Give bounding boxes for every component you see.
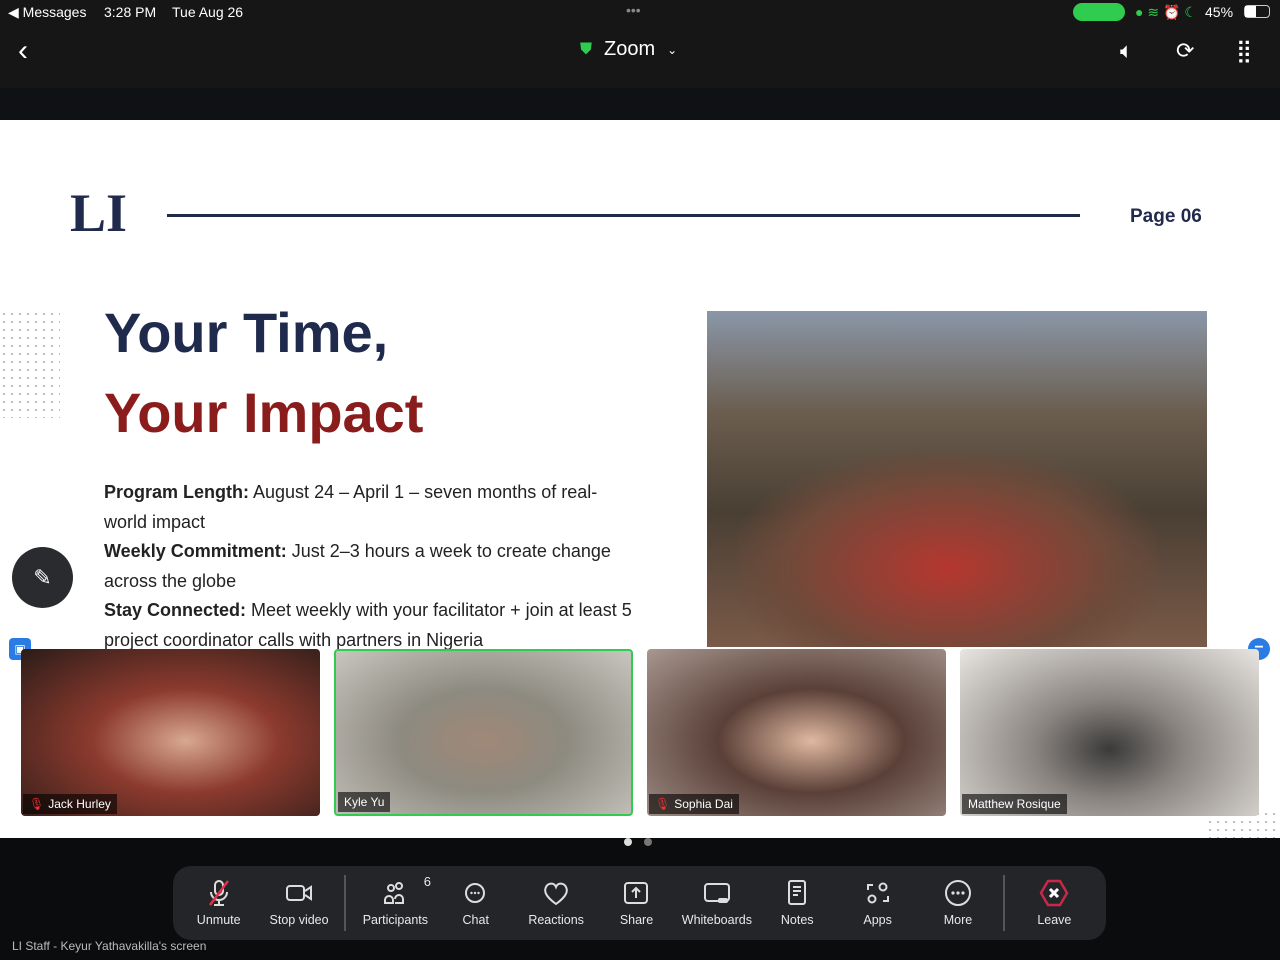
stop-video-button[interactable]: Stop video bbox=[258, 866, 339, 940]
time: 3:28 PM bbox=[104, 4, 157, 20]
more-button[interactable]: More bbox=[923, 866, 992, 940]
participant-name: Jack Hurley bbox=[48, 797, 111, 811]
chat-icon bbox=[464, 883, 485, 903]
whiteboards-button[interactable]: Whiteboards bbox=[671, 866, 762, 940]
participants-button[interactable]: 6 Participants bbox=[350, 866, 441, 940]
toolbar-divider bbox=[343, 875, 346, 931]
participant-name: Sophia Dai bbox=[674, 797, 733, 811]
detail-item: Stay Connected: Meet weekly with your fa… bbox=[104, 596, 634, 655]
wifi-icon: ● ≋ ⏰ ☾ bbox=[1135, 4, 1197, 20]
switch-camera-icon[interactable]: ⟳ bbox=[1176, 38, 1194, 64]
battery-percent: 45% bbox=[1205, 4, 1234, 20]
speaker-icon[interactable]: 🔈︎ bbox=[1120, 38, 1133, 64]
notes-button[interactable]: Notes bbox=[763, 866, 832, 940]
share-label: Share bbox=[619, 913, 654, 927]
slide-details: Program Length: August 24 – April 1 – se… bbox=[104, 478, 634, 655]
date: Tue Aug 26 bbox=[172, 4, 244, 20]
mic-muted-icon: 🎙︎ bbox=[655, 797, 671, 811]
screen-share-label: LI Staff - Keyur Yathavakilla's screen bbox=[12, 939, 207, 953]
participant-name-tag: Kyle Yu bbox=[338, 792, 391, 812]
logo: LI bbox=[70, 183, 128, 243]
detail-label: Weekly Commitment: bbox=[104, 541, 287, 561]
apps-icon bbox=[866, 882, 889, 904]
battery-icon bbox=[1244, 5, 1270, 18]
notes-icon bbox=[788, 880, 807, 905]
detail-item: Program Length: August 24 – April 1 – se… bbox=[104, 478, 634, 537]
mic-muted-icon: 🎙︎ bbox=[29, 797, 45, 811]
camera-in-use-indicator bbox=[1073, 3, 1125, 21]
whiteboard-icon bbox=[703, 883, 730, 903]
detail-label: Stay Connected: bbox=[104, 600, 247, 620]
video-tile[interactable]: 🎙︎ Jack Hurley bbox=[21, 649, 320, 816]
meeting-title[interactable]: ⛊ Zoom ⌄ bbox=[580, 38, 677, 61]
back-chevron-icon[interactable]: ‹ bbox=[18, 34, 28, 68]
dot-pattern bbox=[0, 310, 60, 418]
reactions-button[interactable]: Reactions bbox=[510, 866, 601, 940]
divider bbox=[0, 88, 1280, 120]
apps-label: Apps bbox=[863, 913, 892, 927]
participants-count-badge: 6 bbox=[423, 874, 432, 889]
detail-label: Program Length: bbox=[104, 482, 250, 502]
meeting-header: ‹ ⛊ Zoom ⌄ 🔈︎ ⟳ ⣿ bbox=[0, 24, 1280, 88]
participant-name-tag: 🎙︎ Sophia Dai bbox=[649, 794, 739, 814]
back-app-label: Messages bbox=[22, 4, 87, 20]
whiteboards-label: Whiteboards bbox=[681, 913, 752, 927]
stop-video-label: Stop video bbox=[269, 913, 329, 927]
slide-title-line2: Your Impact bbox=[104, 381, 424, 444]
status-bar: ◀ Messages 3:28 PM Tue Aug 26 ••• ● ≋ ⏰ … bbox=[0, 0, 1280, 24]
group-photo bbox=[707, 311, 1207, 647]
pencil-icon: ✎ bbox=[33, 564, 52, 590]
heart-icon bbox=[544, 882, 568, 906]
more-dots-icon bbox=[944, 880, 971, 906]
detail-item: Weekly Commitment: Just 2–3 hours a week… bbox=[104, 537, 634, 596]
participants-label: Participants bbox=[362, 913, 429, 927]
page-number: Page 06 bbox=[1130, 206, 1202, 227]
participant-name: Kyle Yu bbox=[344, 795, 385, 809]
leave-button[interactable]: Leave bbox=[1009, 866, 1100, 940]
share-button[interactable]: Share bbox=[602, 866, 671, 940]
mic-muted-icon bbox=[208, 880, 229, 906]
video-camera-icon bbox=[286, 885, 313, 901]
chat-label: Chat bbox=[462, 913, 489, 927]
header-rule bbox=[167, 214, 1080, 217]
video-tile[interactable]: Matthew Rosique bbox=[960, 649, 1259, 816]
multitask-dots-icon[interactable]: ••• bbox=[626, 2, 641, 18]
notes-label: Notes bbox=[780, 913, 814, 927]
toolbar-divider bbox=[1002, 875, 1005, 931]
video-tile[interactable]: 🎙︎ Sophia Dai bbox=[647, 649, 946, 816]
video-tile-active-speaker[interactable]: Kyle Yu bbox=[334, 649, 633, 816]
annotate-pencil-button[interactable]: ✎ bbox=[12, 547, 73, 608]
grid-view-icon[interactable]: ⣿ bbox=[1236, 38, 1252, 64]
shield-check-icon: ⛊ bbox=[580, 40, 593, 58]
back-to-messages[interactable]: ◀ Messages bbox=[8, 4, 86, 21]
chevron-down-icon: ⌄ bbox=[667, 42, 678, 57]
share-screen-icon bbox=[624, 882, 649, 904]
participant-name-tag: Matthew Rosique bbox=[962, 794, 1067, 814]
participant-name: Matthew Rosique bbox=[968, 797, 1061, 811]
unmute-button[interactable]: Unmute bbox=[179, 866, 258, 940]
reactions-label: Reactions bbox=[528, 913, 584, 927]
participant-name-tag: 🎙︎ Jack Hurley bbox=[23, 794, 117, 814]
slide-title-line1: Your Time, bbox=[104, 301, 389, 364]
more-label: More bbox=[943, 913, 973, 927]
page-dot[interactable] bbox=[644, 838, 652, 846]
apps-button[interactable]: Apps bbox=[832, 866, 923, 940]
participants-icon bbox=[384, 882, 405, 904]
page-dot-active[interactable] bbox=[624, 838, 632, 846]
meeting-title-label: Zoom bbox=[604, 38, 656, 60]
page-indicator[interactable] bbox=[624, 838, 652, 846]
leave-label: Leave bbox=[1037, 913, 1072, 927]
unmute-label: Unmute bbox=[196, 913, 241, 927]
leave-x-icon bbox=[1039, 879, 1069, 907]
meeting-toolbar: Unmute Stop video 6 Participants Chat Re… bbox=[173, 866, 1106, 940]
chat-button[interactable]: Chat bbox=[441, 866, 510, 940]
